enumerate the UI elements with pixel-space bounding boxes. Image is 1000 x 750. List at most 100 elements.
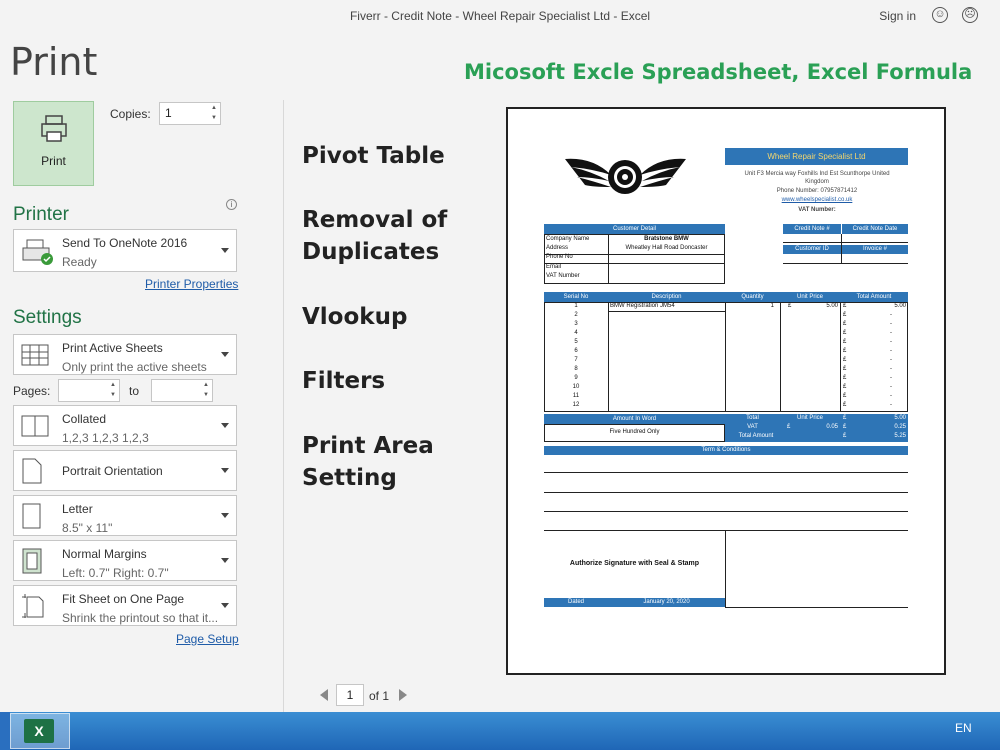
chevron-down-icon	[221, 512, 229, 518]
next-page-icon[interactable]	[399, 689, 407, 701]
sign-in-link[interactable]: Sign in	[879, 9, 916, 23]
company-name: Wheel Repair Specialist Ltd	[725, 148, 908, 165]
amount-in-word-header: Amount In Word	[544, 414, 725, 424]
pound-sign: £	[843, 330, 847, 336]
collated-icon	[21, 415, 49, 436]
table-row-serial: 10	[572, 384, 580, 390]
window-title: Fiverr - Credit Note - Wheel Repair Spec…	[349, 9, 651, 23]
company-address-2: Kingdom	[805, 179, 829, 185]
empty-total: -	[890, 330, 892, 336]
feature-label: Print Area	[302, 433, 434, 459]
table-row-serial: 9	[574, 375, 578, 381]
print-button[interactable]: Print	[13, 101, 94, 186]
printer-heading: Printer	[13, 204, 69, 225]
chevron-down-icon	[221, 557, 229, 563]
margins-select[interactable]: Normal Margins Left: 0.7" Right: 0.7"	[13, 540, 237, 581]
spinner-arrows-icon[interactable]: ▲ ▼	[211, 103, 217, 123]
printer-icon	[41, 115, 67, 142]
setting-title: Portrait Orientation	[62, 464, 163, 478]
row1-description: BMW Registration JM54	[610, 303, 675, 309]
start-button[interactable]	[0, 712, 10, 750]
pages-to-input[interactable]: ▲ ▼	[151, 379, 213, 402]
credit-note-date-header: Credit Note Date	[842, 224, 908, 234]
setting-subtitle: Left: 0.7" Right: 0.7"	[62, 566, 169, 580]
vat-number-label: VAT Number	[546, 273, 580, 279]
settings-heading: Settings	[13, 307, 82, 328]
amount-in-words: Five Hundred Only	[609, 429, 660, 435]
printer-select[interactable]: Send To OneNote 2016 Ready	[13, 229, 237, 272]
collation-select[interactable]: Collated 1,2,3 1,2,3 1,2,3	[13, 405, 237, 446]
chevron-down-icon	[221, 422, 229, 428]
vat-rate: 0.05	[826, 424, 838, 430]
pound-sign: £	[843, 312, 847, 318]
pound-sign: £	[843, 402, 847, 408]
frown-icon[interactable]: ☹	[962, 7, 978, 23]
chevron-down-icon	[221, 602, 229, 608]
phone-label: Phone No	[546, 254, 573, 260]
printer-properties-link[interactable]: Printer Properties	[145, 277, 238, 291]
pages-from-input[interactable]: ▲ ▼	[58, 379, 120, 402]
pane-divider	[283, 100, 284, 712]
pound-sign: £	[787, 424, 791, 430]
col-unit-price: Unit Price	[796, 294, 823, 300]
customer-address: Wheatley Hall Road Doncaster	[625, 245, 708, 251]
setting-subtitle: 1,2,3 1,2,3 1,2,3	[62, 431, 149, 445]
table-row-serial: 7	[574, 357, 578, 363]
sum-vat: 0.25	[894, 424, 906, 430]
pound-sign: £	[843, 375, 847, 381]
promo-headline: Micosoft Excle Spreadsheet, Excel Formul…	[464, 60, 973, 84]
col-description: Description	[651, 294, 682, 300]
terms-header: Term & Conditions	[544, 446, 908, 455]
pages-label: Pages:	[13, 384, 51, 398]
dated-row: Dated January 20, 2020	[544, 598, 725, 607]
empty-total: -	[890, 339, 892, 345]
empty-total: -	[890, 384, 892, 390]
customer-id-header: Customer ID	[783, 245, 841, 254]
spinner-arrows-icon[interactable]: ▲ ▼	[203, 380, 209, 400]
company-phone: Phone Number: 07957871412	[776, 188, 858, 194]
feature-label: Pivot Table	[302, 143, 445, 169]
title-bar: Fiverr - Credit Note - Wheel Repair Spec…	[0, 0, 1000, 32]
excel-icon: X	[24, 719, 54, 743]
empty-total: -	[890, 375, 892, 381]
orientation-select[interactable]: Portrait Orientation	[13, 450, 237, 491]
table-row-serial: 1	[574, 303, 578, 309]
row1-price-currency: £	[788, 303, 792, 309]
email-label: Email	[546, 264, 562, 270]
empty-total: -	[890, 366, 892, 372]
smile-icon[interactable]: ☺	[932, 7, 948, 23]
credit-note-no-header: Credit Note #	[783, 224, 841, 234]
info-icon[interactable]: i	[226, 199, 237, 210]
col-quantity: Quantity	[741, 294, 764, 300]
table-row-serial: 8	[574, 366, 578, 372]
setting-subtitle: Only print the active sheets	[62, 360, 207, 374]
dated-value: January 20, 2020	[643, 599, 690, 605]
setting-title: Collated	[62, 412, 107, 426]
row1-total-currency: £	[843, 303, 847, 309]
page-number-input[interactable]: 1	[336, 684, 364, 706]
printer-name: Send To OneNote 2016	[62, 236, 188, 250]
empty-total: -	[890, 393, 892, 399]
previous-page-icon[interactable]	[320, 689, 328, 701]
chevron-down-icon	[221, 247, 229, 253]
setting-title: Normal Margins	[62, 547, 147, 561]
copies-input[interactable]: 1 ▲ ▼	[159, 102, 221, 125]
address-label: Address	[546, 245, 569, 251]
spinner-arrows-icon[interactable]: ▲ ▼	[110, 380, 116, 400]
pound-sign: £	[843, 393, 847, 399]
paper-size-select[interactable]: Letter 8.5" x 11"	[13, 495, 237, 536]
table-row-serial: 6	[574, 348, 578, 354]
page-setup-link[interactable]: Page Setup	[176, 632, 239, 646]
table-row-serial: 5	[574, 339, 578, 345]
copies-value: 1	[165, 106, 172, 120]
sum-grand-total: 5.25	[894, 433, 906, 439]
language-indicator[interactable]: EN	[955, 721, 972, 735]
scaling-select[interactable]: Fit Sheet on One Page Shrink the printou…	[13, 585, 237, 626]
row1-price: 5.00	[826, 303, 838, 309]
page-count: of 1	[369, 689, 390, 703]
table-row-serial: 3	[574, 321, 578, 327]
empty-total: -	[890, 348, 892, 354]
pound-sign: £	[843, 424, 847, 430]
pound-sign: £	[843, 433, 847, 439]
print-what-select[interactable]: Print Active Sheets Only print the activ…	[13, 334, 237, 375]
